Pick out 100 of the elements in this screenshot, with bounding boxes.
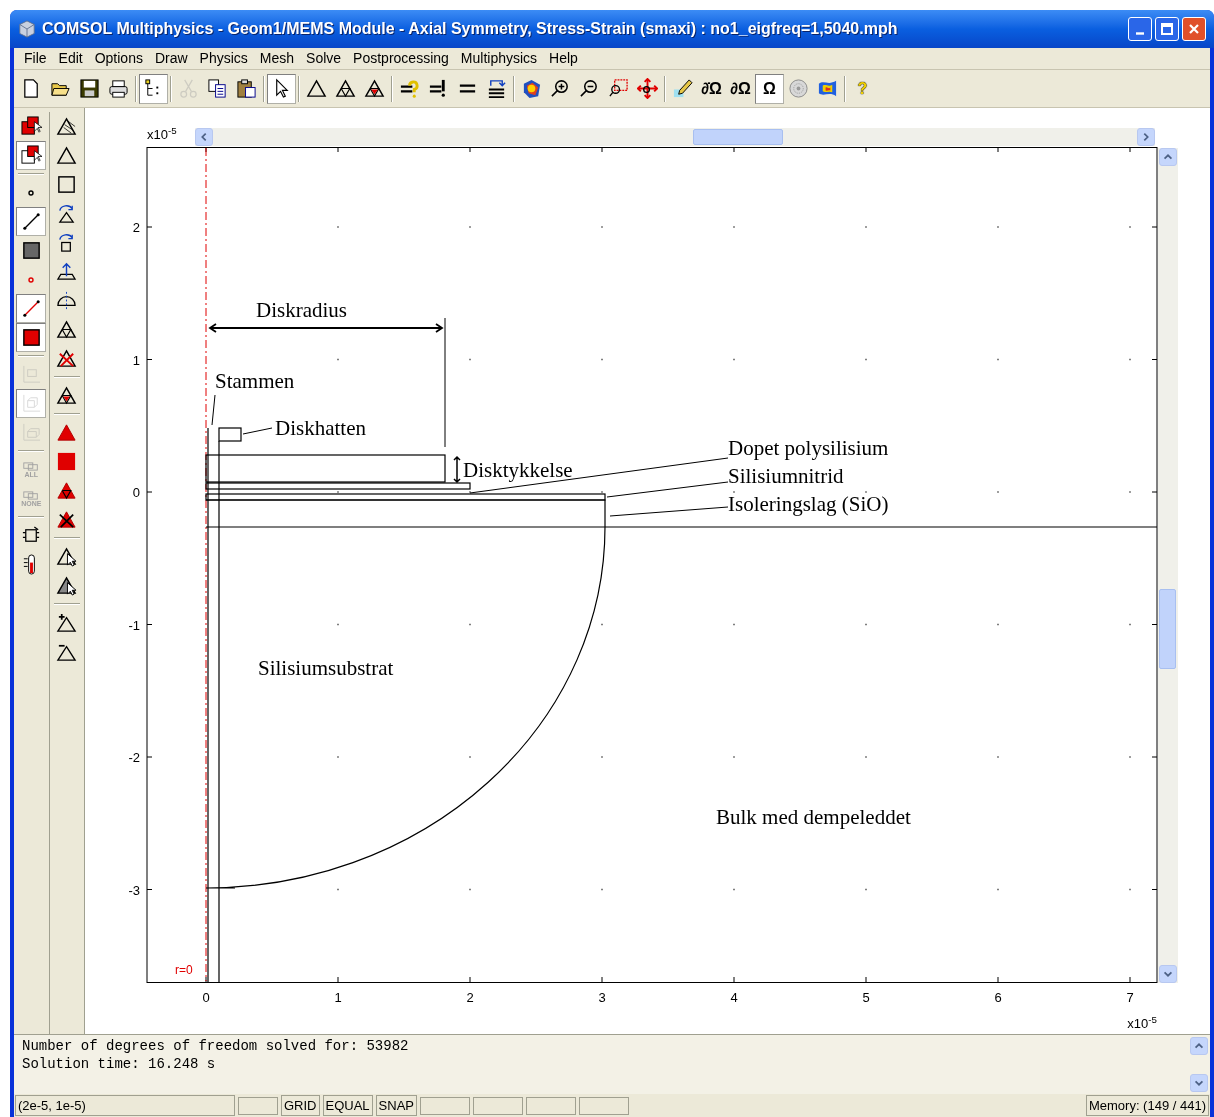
line-icon	[20, 211, 42, 232]
scroll-arrow-button[interactable]	[195, 128, 213, 146]
status-toggle[interactable]: SNAP	[375, 1094, 417, 1117]
clipboard-icon	[236, 78, 257, 99]
close-button[interactable]	[1182, 17, 1206, 41]
maximize-icon	[1161, 23, 1173, 35]
y-tick-label: 1	[132, 352, 140, 368]
scissors-icon	[178, 78, 199, 99]
extrude-arrow-icon	[56, 261, 78, 282]
y-tick-label: -1	[128, 617, 140, 633]
vertical-scrollbar[interactable]	[1158, 148, 1178, 983]
toolbar-button[interactable]	[16, 323, 47, 352]
meshed-triangle-icon	[56, 319, 78, 340]
line-icon	[20, 298, 42, 319]
toolbar-button[interactable]	[16, 141, 47, 170]
overlapping-squares-icon	[22, 461, 41, 471]
symbol-button[interactable]: ∂̇Ω	[697, 73, 726, 104]
menu-item[interactable]: Mesh	[253, 48, 301, 69]
x-tick-label: 7	[1126, 990, 1134, 1005]
marked-triangle-icon	[56, 385, 78, 406]
y-exponent-label: x10$^{-5}$	[147, 124, 178, 144]
square-icon	[56, 174, 78, 195]
x-tick-label: 3	[598, 990, 606, 1005]
geometry-label: Diskradius	[256, 298, 347, 322]
geometry-label: Stammen	[215, 369, 295, 393]
status-cell	[579, 1096, 629, 1115]
triangle-pointer-icon	[56, 546, 78, 567]
squares-pointer-icon	[20, 145, 42, 166]
log-scrollbar[interactable]	[1188, 1034, 1210, 1094]
geometry-label: Isoleringslag (SiO)	[728, 492, 889, 516]
y-tick-label: 2	[132, 220, 140, 235]
axes-icon	[20, 364, 42, 385]
y-tick-label: -3	[128, 882, 140, 898]
maximize-button[interactable]	[1155, 17, 1179, 41]
toolbar-button[interactable]	[267, 73, 296, 104]
x-tick-label: 1	[334, 990, 342, 1005]
geometry-label: Diskhatten	[275, 416, 366, 440]
axes-solid-icon	[20, 422, 42, 443]
printer-icon	[108, 78, 129, 99]
pencil-icon	[672, 78, 693, 99]
symbol-button[interactable]: ∂Ω	[726, 73, 755, 104]
crossed-filled-triangle-icon	[56, 509, 78, 530]
squares-pointer-icon	[20, 116, 42, 137]
menu-item[interactable]: Help	[543, 48, 584, 69]
scroll-arrow-button[interactable]	[1190, 1036, 1208, 1055]
equals-marker-icon	[399, 78, 420, 99]
geometry-label: Disktykkelse	[463, 458, 573, 482]
zoom-in-icon	[550, 78, 571, 99]
status-toggle[interactable]: EQUAL	[322, 1094, 373, 1117]
status-cell	[526, 1096, 576, 1115]
triangle-icon	[56, 145, 78, 166]
status-cell	[238, 1096, 278, 1115]
scroll-arrow-button[interactable]	[1159, 965, 1177, 983]
menu-item[interactable]: Postprocessing	[347, 48, 455, 69]
toolbar-button[interactable]	[139, 73, 168, 104]
axes-box-icon	[20, 393, 42, 414]
geometry-label: Silisiumnitrid	[728, 464, 844, 488]
scroll-thumb[interactable]	[693, 129, 783, 145]
menu-item[interactable]: Solve	[300, 48, 348, 69]
colormap-icon	[817, 78, 838, 99]
zoom-window-icon	[608, 78, 629, 99]
log-line: Number of degrees of freedom solved for: 53982	[22, 1036, 410, 1055]
x-tick-label: 0	[202, 990, 210, 1005]
scroll-arrow-button[interactable]	[1190, 1073, 1208, 1092]
scroll-thumb[interactable]	[1159, 589, 1176, 669]
meshed-triangle-icon	[335, 78, 356, 99]
memory-field: Memory: (149 / 441)	[1085, 1094, 1209, 1117]
filled-triangle-icon	[56, 422, 78, 443]
triangle-plus-icon	[56, 612, 78, 633]
dotted-sphere-icon	[788, 78, 809, 99]
window-title: COMSOL Multiphysics - Geom1/MEMS Module - Axial Symmetry, Stress-Strain (smaxi) : no1_eigfreq=1,5040.mph	[42, 19, 898, 39]
toolbar-button[interactable]	[16, 207, 47, 236]
x-tick-label: 2	[466, 990, 474, 1005]
geometry-label: Dopet polysilisium	[728, 436, 889, 460]
minimize-button[interactable]	[1128, 17, 1152, 41]
status-toggle[interactable]: GRID	[281, 1094, 320, 1117]
hatched-triangle-icon	[56, 116, 78, 137]
axis-marker-label: r=0	[175, 963, 193, 977]
x-tick-label: 6	[994, 990, 1002, 1005]
geometry-label: Bulk med dempeleddet	[716, 805, 911, 829]
revolve-icon	[56, 290, 78, 311]
menu-item[interactable]: Physics	[193, 48, 254, 69]
menu-item[interactable]: Options	[88, 48, 149, 69]
scroll-arrow-button[interactable]	[1159, 148, 1177, 166]
minimize-icon	[1136, 32, 1144, 35]
zoom-out-icon	[579, 78, 600, 99]
menu-item[interactable]: Multiphysics	[454, 48, 544, 69]
x-tick-label: 5	[862, 990, 870, 1005]
symbol-button[interactable]: Ω	[755, 73, 784, 104]
copy-icon	[207, 78, 228, 99]
menu-item[interactable]: Draw	[148, 48, 194, 69]
menu-item[interactable]: Edit	[52, 48, 89, 69]
crossed-triangle-icon	[56, 348, 78, 369]
x-exponent-label: x10$^{-5}$	[1127, 1014, 1157, 1033]
menu-item[interactable]: File	[18, 48, 53, 69]
stacked-lines-icon	[486, 78, 507, 99]
geometry-label: Silisiumsubstrat	[258, 656, 394, 680]
point-icon	[28, 276, 35, 283]
horizontal-scrollbar[interactable]	[195, 128, 1155, 146]
scroll-arrow-button[interactable]	[1137, 128, 1155, 146]
